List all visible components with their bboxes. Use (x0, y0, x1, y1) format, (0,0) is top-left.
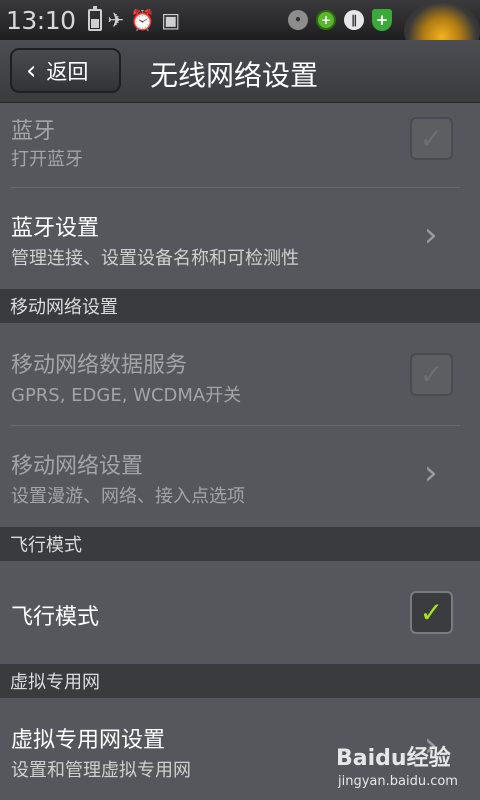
mobile-data-subtitle: GPRS, EDGE, WCDMA开关 (11, 385, 242, 406)
mobile-data-title: 移动网络数据服务 (11, 353, 188, 378)
watermark-site: jingyan.baidu.com (338, 774, 458, 789)
status-bar: 13:10 ✈ ⏰ ▣ • + ∥ + (0, 0, 480, 61)
pause-icon: ∥ (344, 10, 364, 30)
battery-icon (87, 6, 102, 31)
bluetooth-title: 蓝牙 (11, 119, 56, 144)
bluetooth-settings-subtitle: 管理连接、设置设备名称和可检测性 (11, 248, 299, 269)
mobile-data-checkbox[interactable]: ✓ (410, 353, 453, 396)
vpn-settings-subtitle: 设置和管理虚拟专用网 (11, 760, 191, 781)
mobile-network-settings-title: 移动网络设置 (11, 454, 144, 479)
airplane-mode-checkbox[interactable]: ✓ (410, 591, 453, 634)
section-header-vpn: 虚拟专用网 (0, 664, 480, 698)
bluetooth-settings-title: 蓝牙设置 (11, 216, 100, 241)
mobile-data-row[interactable]: 移动网络数据服务 GPRS, EDGE, WCDMA开关 ✓ (0, 323, 480, 426)
shield-icon: + (372, 9, 392, 31)
chevron-left-icon: ‹ (26, 55, 37, 86)
airplane-mode-title: 飞行模式 (11, 605, 100, 630)
chevron-right-icon: › (424, 453, 438, 493)
chevron-right-icon: › (424, 215, 438, 255)
section-header-airplane: 飞行模式 (0, 527, 480, 561)
section-header-mobile: 移动网络设置 (0, 289, 480, 323)
back-label: 返回 (46, 59, 89, 84)
page-title: 无线网络设置 (150, 59, 319, 92)
mobile-network-settings-row[interactable]: 移动网络设置 设置漫游、网络、接入点选项 › (0, 426, 480, 527)
bluetooth-subtitle: 打开蓝牙 (11, 149, 83, 170)
bluetooth-row[interactable]: 蓝牙 打开蓝牙 ✓ (0, 103, 480, 188)
watermark-word: Baidu经验 (336, 746, 451, 771)
back-button[interactable]: ‹ 返回 (10, 48, 121, 93)
toggle-icon: • (288, 10, 308, 30)
airplane-mode-row[interactable]: 飞行模式 ✓ (0, 561, 480, 664)
mobile-network-settings-subtitle: 设置漫游、网络、接入点选项 (11, 486, 245, 507)
bluetooth-checkbox[interactable]: ✓ (410, 117, 453, 160)
airplane-icon: ✈ (107, 8, 125, 32)
clock: 13:10 (6, 5, 76, 35)
bluetooth-settings-row[interactable]: 蓝牙设置 管理连接、设置设备名称和可检测性 › (0, 188, 480, 289)
baidu-watermark: Baidu经验 jingyan.baidu.com (336, 740, 476, 800)
sim-off-icon: ▣ (161, 8, 181, 32)
title-bar: ‹ 返回 无线网络设置 (0, 40, 480, 103)
alarm-icon: ⏰ (130, 8, 156, 32)
green-plus-icon: + (316, 10, 336, 30)
vpn-settings-title: 虚拟专用网设置 (11, 728, 166, 753)
